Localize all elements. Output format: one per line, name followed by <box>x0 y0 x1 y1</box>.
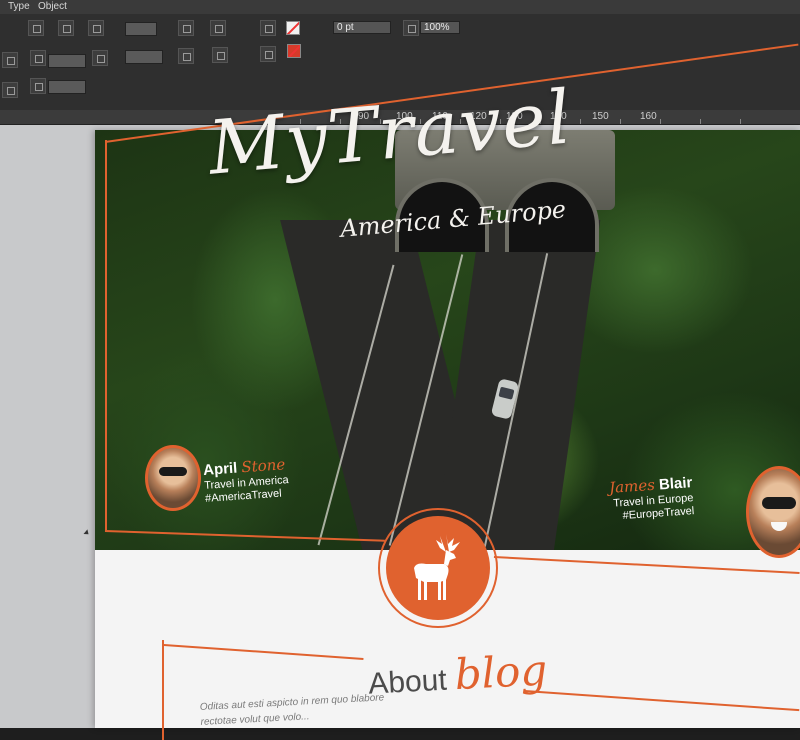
fill-swatch-icon[interactable] <box>286 21 300 35</box>
stroke-swatch-icon[interactable] <box>287 44 301 58</box>
ruler-tick <box>740 119 741 124</box>
sunglasses-icon <box>159 467 187 476</box>
menu-type[interactable]: Type <box>8 1 30 12</box>
sunglasses-icon <box>762 496 796 509</box>
opacity-icon[interactable] <box>403 20 419 36</box>
ruler-tick <box>660 119 661 124</box>
constrain-icon[interactable] <box>2 52 18 68</box>
author-last-name: Stone <box>240 455 286 477</box>
frame-fitting-icon[interactable] <box>2 82 18 98</box>
select-container-icon[interactable] <box>260 20 276 36</box>
hero-photo[interactable] <box>95 130 800 550</box>
author-james[interactable]: James Blair Travel in Europe #EuropeTrav… <box>609 473 695 524</box>
width-field[interactable] <box>48 54 86 68</box>
scale-y-icon[interactable] <box>30 78 46 94</box>
zoom-field[interactable]: 100% <box>420 21 460 34</box>
select-content-icon[interactable] <box>260 46 276 62</box>
align-icon[interactable] <box>88 20 104 36</box>
author-first-name: James <box>608 475 656 497</box>
scale-x-icon[interactable] <box>30 50 46 66</box>
link-icon[interactable] <box>92 50 108 66</box>
ruler-tick <box>620 119 621 124</box>
avatar-april[interactable] <box>145 445 201 511</box>
author-first-name: April <box>202 459 238 479</box>
shear-icon[interactable] <box>178 48 194 64</box>
menu-object[interactable]: Object <box>38 1 67 12</box>
text-frame-icon[interactable] <box>212 47 228 63</box>
smile-icon <box>770 522 788 531</box>
ruler-mark: 160 <box>640 111 657 122</box>
menu-bar: Type Object <box>0 0 800 14</box>
reference-point-icon[interactable] <box>28 20 44 36</box>
scale-field[interactable] <box>125 50 163 64</box>
x-field[interactable] <box>125 22 157 36</box>
height-field[interactable] <box>48 80 86 94</box>
flip-icon[interactable] <box>210 20 226 36</box>
transform-icon[interactable] <box>58 20 74 36</box>
author-april[interactable]: April Stone Travel in America #AmericaTr… <box>203 455 290 506</box>
stroke-weight-field[interactable]: 0 pt <box>333 21 391 34</box>
rotate-icon[interactable] <box>178 20 194 36</box>
emblem-badge[interactable] <box>386 516 490 620</box>
deer-icon <box>414 534 460 600</box>
author-last-name: Blair <box>658 474 693 494</box>
frame-left <box>105 140 107 530</box>
ruler-tick <box>700 119 701 124</box>
